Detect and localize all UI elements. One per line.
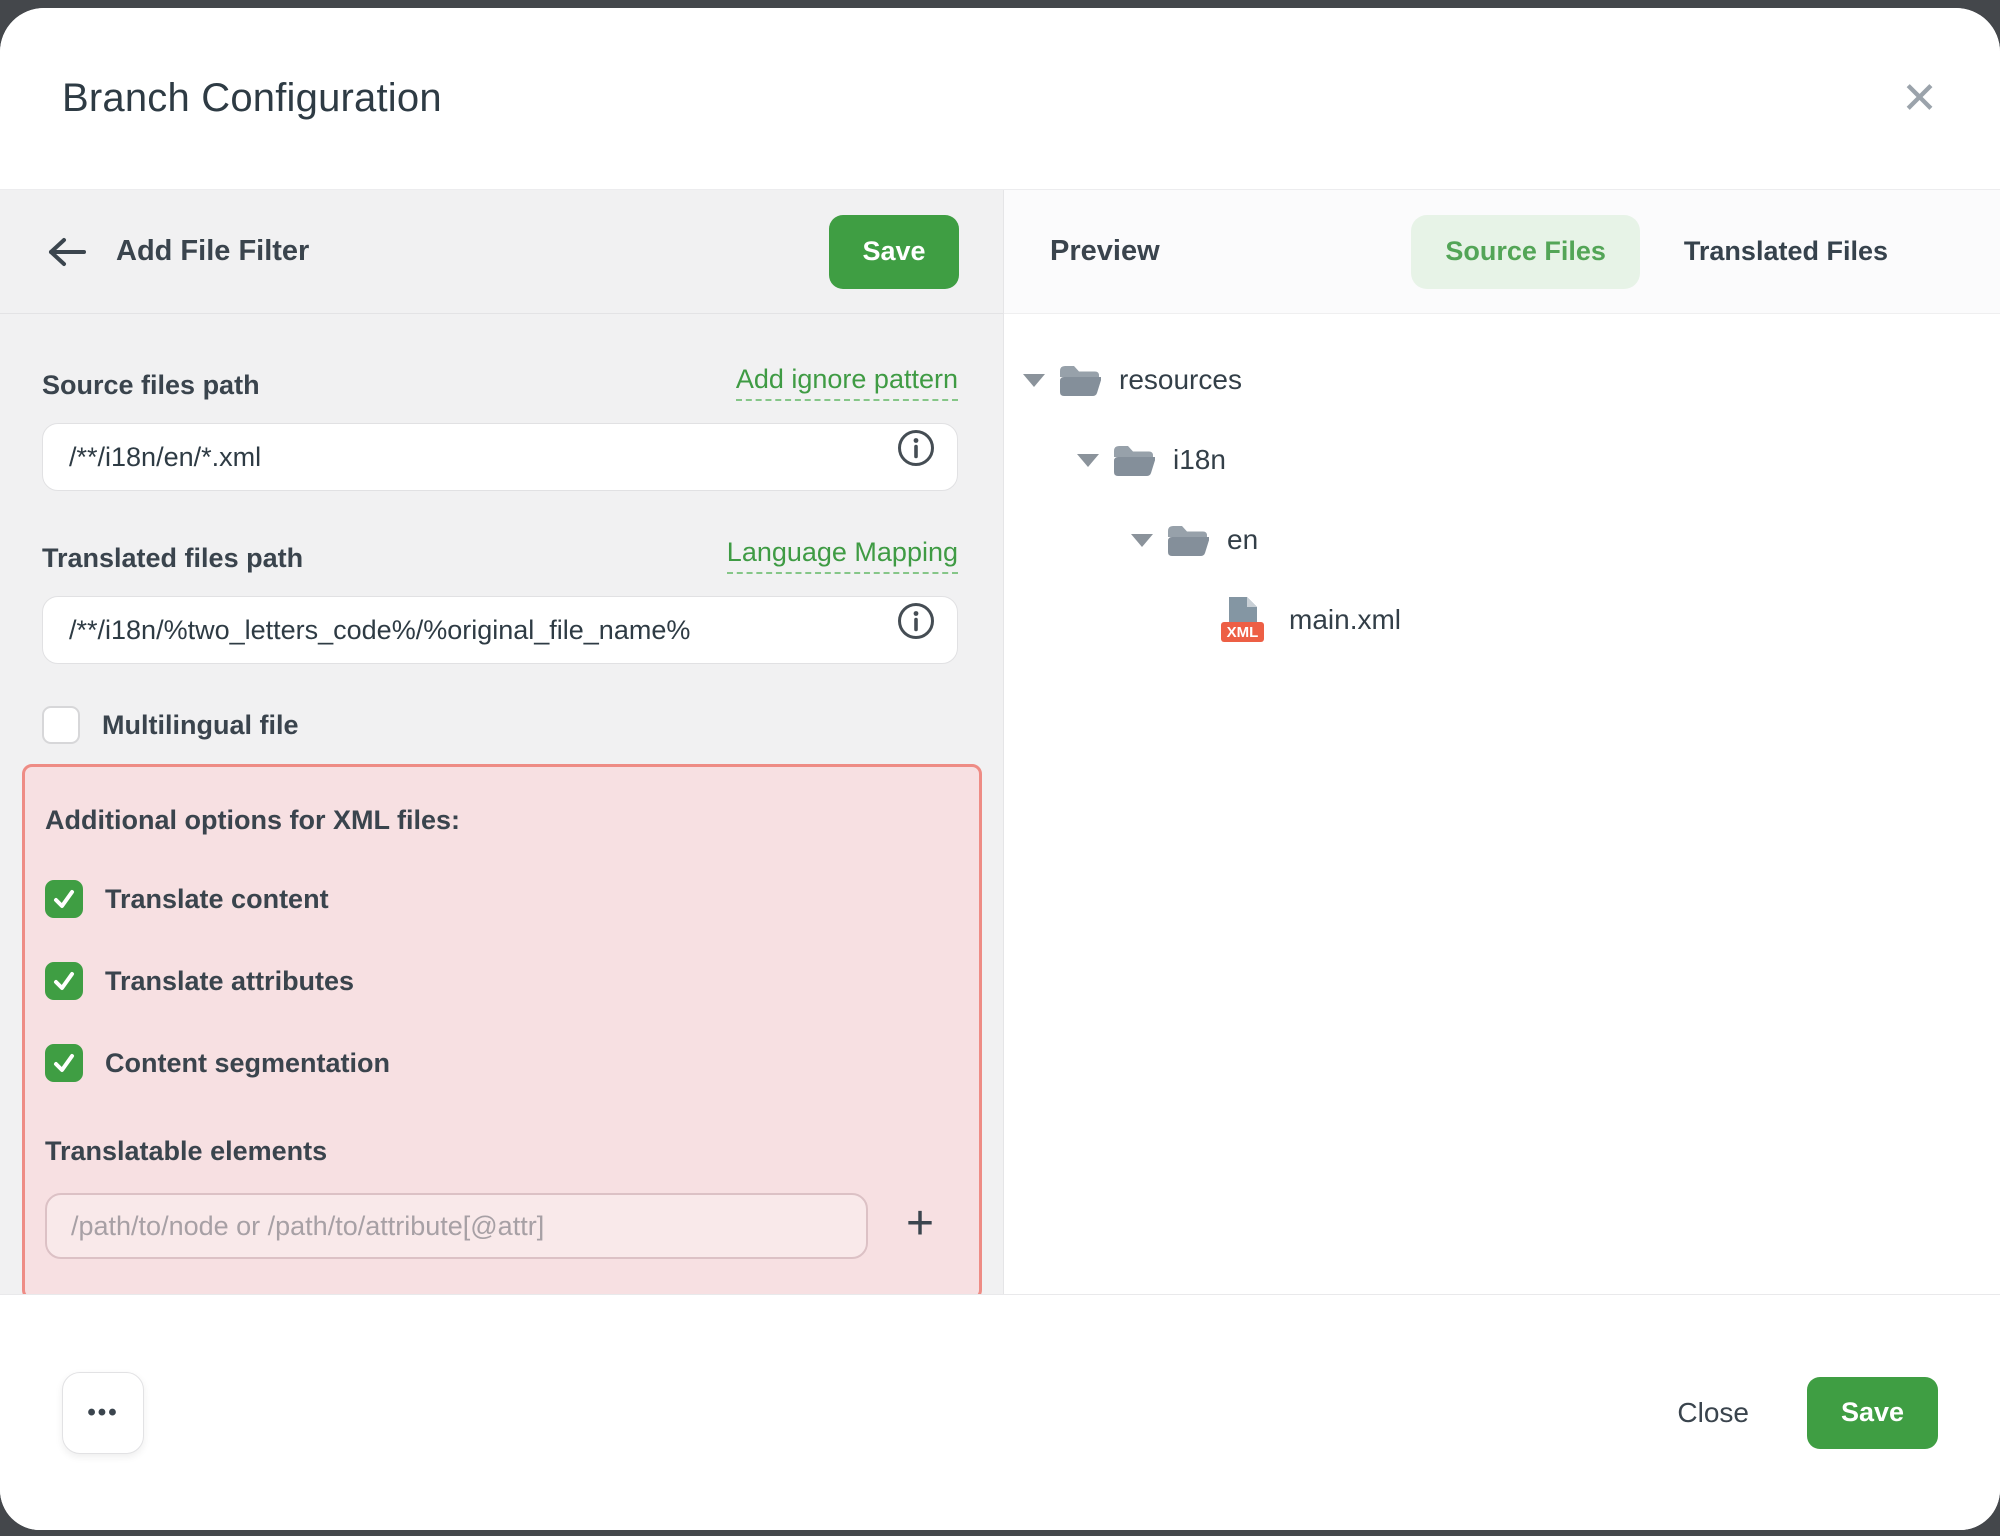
tree-row-en[interactable]: en	[1131, 500, 2000, 580]
tree-row-resources[interactable]: resources	[1023, 340, 2000, 420]
translate-content-label: Translate content	[105, 884, 329, 915]
tree-item-label: main.xml	[1289, 604, 1401, 636]
translate-attributes-checkbox[interactable]	[45, 962, 83, 1000]
chevron-down-icon[interactable]	[1077, 453, 1099, 467]
folder-icon	[1111, 442, 1155, 478]
close-button[interactable]: Close	[1677, 1397, 1749, 1429]
info-icon[interactable]	[896, 601, 936, 641]
info-icon[interactable]	[896, 428, 936, 468]
modal-titlebar: Branch Configuration ✕	[0, 8, 2000, 190]
modal-body: Add File Filter Save Source files path A…	[0, 190, 2000, 1294]
chevron-down-icon[interactable]	[1131, 533, 1153, 547]
checkmark-icon	[51, 886, 77, 912]
multilingual-file-label: Multilingual file	[102, 710, 299, 741]
checkmark-icon	[51, 1050, 77, 1076]
tree-row-i18n[interactable]: i18n	[1077, 420, 2000, 500]
xml-badge-text: XML	[1227, 624, 1259, 641]
content-segmentation-row[interactable]: Content segmentation	[45, 1044, 959, 1082]
folder-icon	[1057, 362, 1101, 398]
translated-path-label: Translated files path	[42, 543, 303, 574]
xml-options-title: Additional options for XML files:	[45, 805, 959, 836]
translated-path-input[interactable]	[42, 596, 958, 664]
preview-header: Preview Source Files Translated Files	[1004, 190, 2000, 314]
file-filter-header: Add File Filter Save	[0, 190, 1003, 314]
preview-panel: Preview Source Files Translated Files	[1003, 190, 2000, 1294]
save-button[interactable]: Save	[1807, 1377, 1938, 1449]
more-options-button[interactable]: •••	[62, 1372, 144, 1454]
modal-title: Branch Configuration	[62, 76, 442, 121]
xml-options-section: Additional options for XML files: Transl…	[22, 764, 982, 1300]
chevron-down-icon[interactable]	[1023, 373, 1045, 387]
translate-content-row[interactable]: Translate content	[45, 880, 959, 918]
preview-tabs: Source Files Translated Files	[1411, 215, 1922, 289]
source-path-input[interactable]	[42, 423, 958, 491]
multilingual-file-checkbox[interactable]	[42, 706, 80, 744]
file-tree: resources i18n	[1004, 314, 2000, 660]
file-filter-panel: Add File Filter Save Source files path A…	[0, 190, 1003, 1294]
save-filter-button[interactable]: Save	[829, 215, 959, 289]
tree-item-label: en	[1227, 524, 1258, 556]
translatable-elements-label: Translatable elements	[45, 1136, 959, 1167]
branch-configuration-modal: Branch Configuration ✕ Add File Filter S…	[0, 8, 2000, 1530]
back-arrow-icon[interactable]	[44, 234, 88, 270]
translate-attributes-label: Translate attributes	[105, 966, 354, 997]
tree-item-label: i18n	[1173, 444, 1226, 476]
tree-row-main-xml[interactable]: XML main.xml	[1185, 580, 2000, 660]
content-segmentation-checkbox[interactable]	[45, 1044, 83, 1082]
translate-attributes-row[interactable]: Translate attributes	[45, 962, 959, 1000]
multilingual-file-checkbox-row[interactable]: Multilingual file	[42, 706, 958, 744]
folder-icon	[1165, 522, 1209, 558]
translatable-elements-input[interactable]	[45, 1193, 868, 1259]
tab-source-files[interactable]: Source Files	[1411, 215, 1640, 289]
translate-content-checkbox[interactable]	[45, 880, 83, 918]
file-filter-title: Add File Filter	[116, 235, 309, 268]
preview-title: Preview	[1050, 235, 1160, 268]
language-mapping-link[interactable]: Language Mapping	[727, 537, 958, 574]
close-icon[interactable]: ✕	[1901, 77, 1938, 121]
file-filter-form: Source files path Add ignore pattern Tra…	[0, 314, 1003, 1300]
tree-item-label: resources	[1119, 364, 1242, 396]
checkmark-icon	[51, 968, 77, 994]
xml-file-icon: XML	[1219, 595, 1271, 645]
add-ignore-pattern-link[interactable]: Add ignore pattern	[736, 364, 958, 401]
modal-footer: ••• Close Save	[0, 1294, 2000, 1530]
content-segmentation-label: Content segmentation	[105, 1048, 390, 1079]
source-path-label: Source files path	[42, 370, 260, 401]
tab-translated-files[interactable]: Translated Files	[1650, 215, 1922, 289]
add-translatable-element-button[interactable]: +	[906, 1200, 934, 1248]
caret-spacer	[1185, 613, 1207, 627]
